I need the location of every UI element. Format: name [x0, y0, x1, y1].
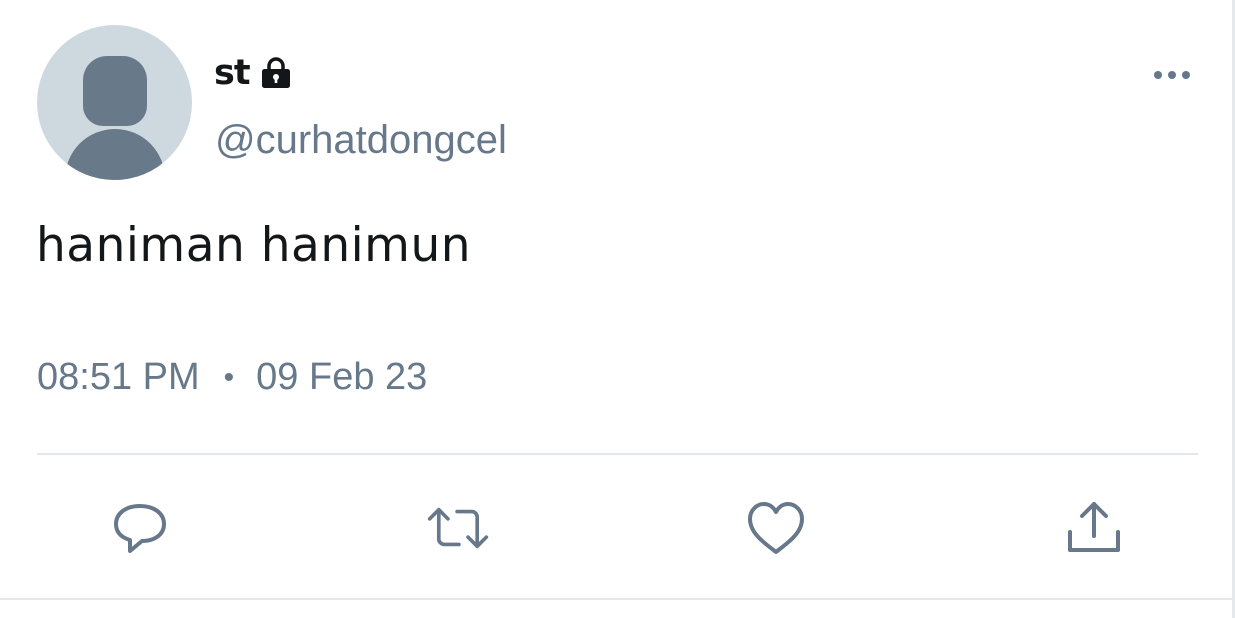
divider: [37, 453, 1198, 455]
display-name: st: [214, 53, 251, 93]
display-name-row[interactable]: st: [214, 48, 294, 98]
like-button[interactable]: [744, 496, 808, 560]
retweet-icon: [427, 507, 489, 549]
tweet-text: haniman hanimun: [36, 218, 472, 273]
tweet-time: 08:51 PM: [37, 356, 200, 398]
reply-button[interactable]: [108, 496, 172, 560]
avatar-body: [65, 129, 165, 180]
more-horizontal-icon[interactable]: [1148, 60, 1196, 90]
avatar-head: [83, 56, 147, 126]
lock-icon: [258, 55, 294, 91]
heart-icon: [748, 502, 804, 554]
avatar[interactable]: [37, 25, 192, 180]
tweet-date: 09 Feb 23: [256, 356, 428, 398]
bottom-border: [0, 598, 1232, 600]
meta-separator: •: [223, 360, 235, 394]
user-handle[interactable]: @curhatdongcel: [215, 118, 507, 163]
share-icon: [1068, 502, 1120, 552]
tweet-metadata: 08:51 PM • 09 Feb 23: [37, 356, 427, 399]
retweet-button[interactable]: [426, 496, 490, 560]
reply-icon: [114, 504, 166, 553]
share-button[interactable]: [1062, 496, 1126, 560]
